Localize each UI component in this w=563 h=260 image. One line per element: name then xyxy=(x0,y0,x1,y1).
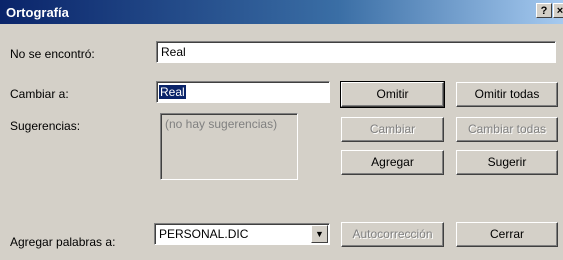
close-button[interactable]: × xyxy=(553,3,563,18)
window-title: Ortografía xyxy=(6,5,69,20)
cerrar-button[interactable]: Cerrar xyxy=(456,222,558,247)
not-found-label: No se encontró: xyxy=(10,47,95,61)
not-found-value: Real xyxy=(161,45,186,59)
add-words-label: Agregar palabras a: xyxy=(10,235,116,249)
help-button[interactable]: ? xyxy=(536,3,552,18)
change-to-label: Cambiar a: xyxy=(10,87,69,101)
change-to-input[interactable]: Real xyxy=(156,81,330,103)
omitir-button[interactable]: Omitir xyxy=(340,81,445,108)
suggestions-list[interactable]: (no hay sugerencias) xyxy=(160,113,298,180)
dictionary-select[interactable]: PERSONAL.DIC ▼ xyxy=(154,223,330,245)
change-to-value: Real xyxy=(159,85,186,99)
cambiar-button[interactable]: Cambiar xyxy=(341,117,444,142)
triangle-down-icon[interactable]: ▼ xyxy=(311,225,328,243)
suggestions-empty-text: (no hay sugerencias) xyxy=(165,117,278,131)
sugerir-button[interactable]: Sugerir xyxy=(456,150,558,175)
autocorreccion-button[interactable]: Autocorrección xyxy=(341,222,444,247)
omitir-todas-button[interactable]: Omitir todas xyxy=(456,82,558,107)
cambiar-todas-button[interactable]: Cambiar todas xyxy=(456,117,558,142)
dictionary-select-value: PERSONAL.DIC xyxy=(159,227,249,241)
suggestions-label: Sugerencias: xyxy=(10,119,81,133)
title-bar: Ortografía ? × xyxy=(0,0,563,24)
agregar-button[interactable]: Agregar xyxy=(341,150,444,175)
not-found-field[interactable]: Real xyxy=(156,41,556,63)
